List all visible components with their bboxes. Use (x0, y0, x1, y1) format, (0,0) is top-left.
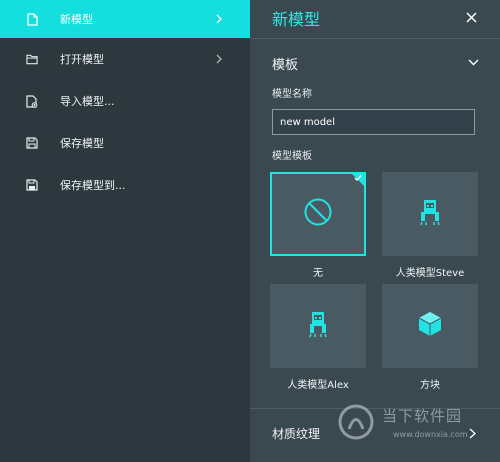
model-name-label: 模型名称 (272, 89, 312, 100)
import-file-icon (26, 94, 38, 108)
check-icon (354, 175, 362, 181)
texture-section-label[interactable]: 材质纹理 (272, 425, 320, 442)
app-window: 新模型 打开模型 导入模型... 保存模型 保存模型到... 新模型 模板 模型… (0, 0, 500, 462)
folder-icon (26, 52, 38, 66)
watermark-logo-icon (338, 404, 374, 440)
template-label: 方块 (420, 380, 440, 391)
divider (250, 408, 500, 409)
divider (250, 38, 500, 39)
chevron-right-icon (214, 54, 224, 64)
model-name-input[interactable] (272, 109, 475, 135)
template-label: 人类模型Alex (287, 380, 349, 391)
new-model-panel: 新模型 模板 模型名称 模型模板 无 人类模型Steve (250, 0, 500, 462)
watermark-text: 当下软件园 (382, 407, 463, 425)
chevron-right-icon[interactable] (467, 427, 477, 439)
menu-item-label: 新模型 (60, 13, 93, 26)
menu-item-open-model[interactable]: 打开模型 (0, 40, 250, 78)
chevron-right-icon (214, 14, 224, 24)
menu-item-label: 保存模型 (60, 137, 104, 150)
template-label: 无 (313, 268, 323, 279)
section-title-template: 模板 (272, 58, 299, 73)
template-tile-alex[interactable] (270, 284, 366, 368)
none-icon (303, 197, 333, 231)
cube-icon (417, 310, 443, 342)
template-tile-none[interactable] (270, 172, 366, 256)
menu-item-new-model[interactable]: 新模型 (0, 0, 250, 38)
menu-item-save-model-as[interactable]: 保存模型到... (0, 166, 250, 204)
model-template-label: 模型模板 (272, 151, 312, 162)
file-menu: 新模型 打开模型 导入模型... 保存模型 保存模型到... (0, 0, 250, 462)
alex-model-icon (306, 310, 330, 342)
save-icon (26, 136, 38, 150)
menu-item-label: 导入模型... (60, 95, 115, 108)
steve-model-icon (418, 198, 442, 230)
menu-item-label: 保存模型到... (60, 179, 126, 192)
save-as-icon (26, 178, 38, 192)
menu-item-import-model[interactable]: 导入模型... (0, 82, 250, 120)
template-label: 人类模型Steve (395, 268, 465, 279)
template-tile-steve[interactable] (382, 172, 478, 256)
template-tile-cube[interactable] (382, 284, 478, 368)
menu-item-label: 打开模型 (60, 53, 104, 66)
menu-item-save-model[interactable]: 保存模型 (0, 124, 250, 162)
panel-title: 新模型 (272, 10, 321, 29)
new-file-icon (26, 12, 38, 26)
watermark-url: www.downxia.com (393, 430, 468, 439)
close-icon[interactable] (463, 9, 479, 25)
chevron-down-icon[interactable] (467, 57, 479, 67)
